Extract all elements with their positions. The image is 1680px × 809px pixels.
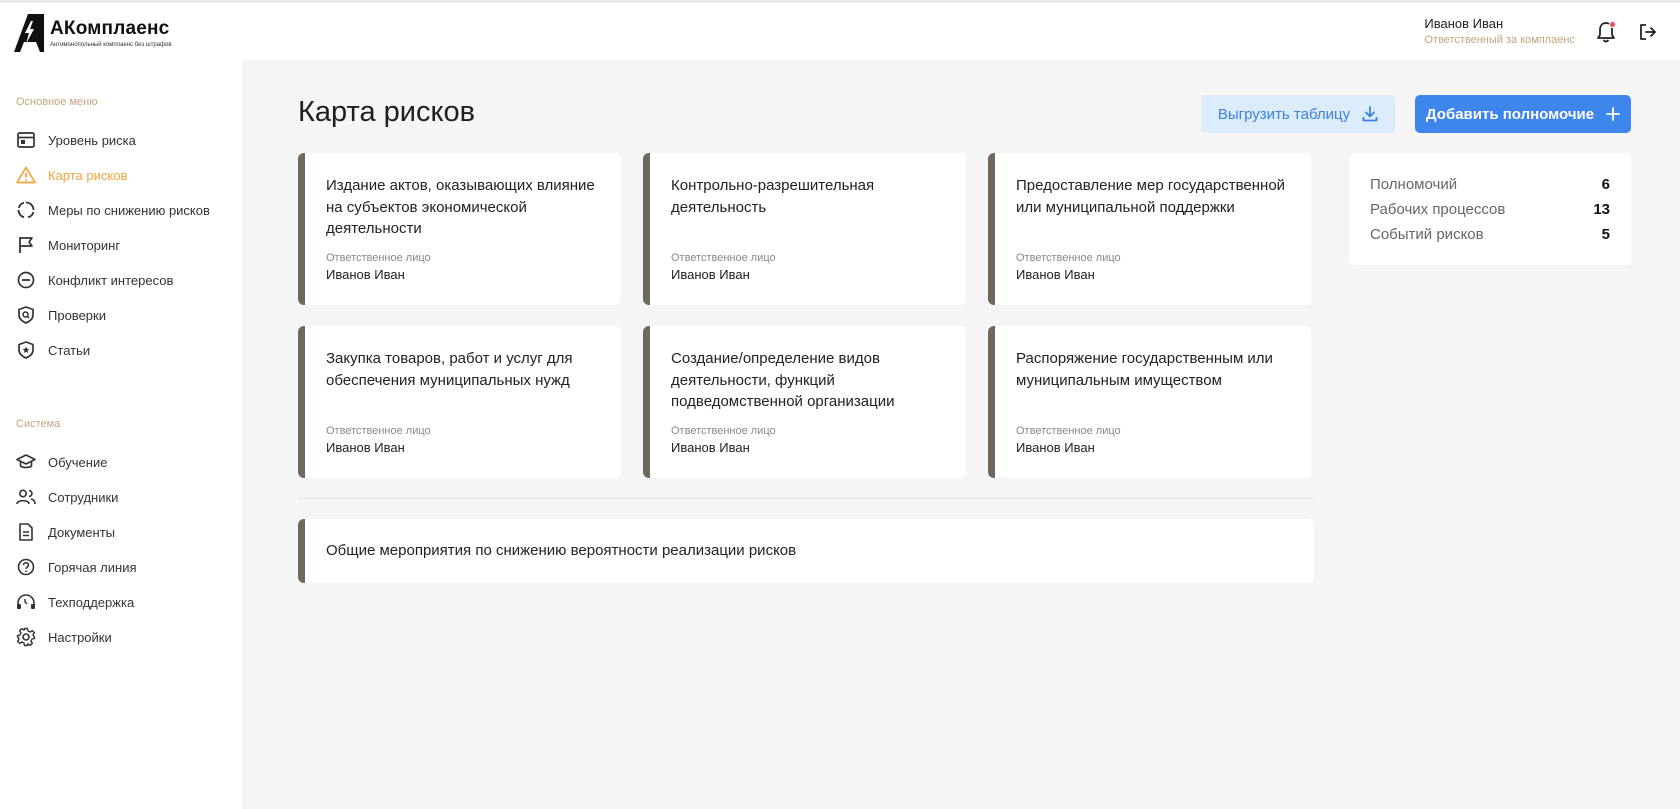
stat-value: 5: [1601, 226, 1610, 243]
dashboard-icon: [16, 130, 36, 150]
add-button-label: Добавить полномочие: [1425, 105, 1595, 123]
sidebar-item-risk-map[interactable]: Карта рисков: [16, 163, 127, 187]
stats-panel: Полномочий 6 Рабочих процессов 13 Событи…: [1349, 153, 1631, 265]
stat-value: 13: [1593, 201, 1610, 218]
stat-label: Рабочих процессов: [1370, 201, 1506, 218]
plus-icon: [1606, 107, 1620, 121]
sidebar-item-label: Техподдержка: [48, 594, 135, 610]
card-responsible-person: Иванов Иван: [671, 267, 750, 282]
question-icon: [16, 557, 36, 577]
sidebar-item-training[interactable]: Обучение: [16, 450, 107, 474]
graduation-cap-icon: [16, 452, 36, 472]
card-title: Закупка товаров, работ и услуг для обесп…: [326, 350, 573, 389]
card-responsible-label: Ответственное лицо: [671, 425, 776, 437]
authority-card[interactable]: Распоряжение государственным или муницип…: [988, 326, 1311, 478]
add-authority-button[interactable]: Добавить полномочие: [1415, 95, 1631, 133]
shield-star-icon: [16, 340, 36, 360]
shield-search-icon: [16, 305, 36, 325]
sidebar-item-label: Сотрудники: [48, 489, 119, 505]
general-measures-card[interactable]: Общие мероприятия по снижению вероятност…: [298, 519, 1314, 583]
stat-row-processes: Рабочих процессов 13: [1370, 201, 1610, 218]
document-icon: [16, 522, 36, 542]
app-name: АКомплаенс: [50, 18, 170, 39]
authority-card[interactable]: Издание актов, оказывающих влияние на су…: [298, 153, 621, 305]
warning-icon: [16, 165, 36, 185]
user-role: Ответственный за комплаенс: [1424, 34, 1575, 46]
card-responsible-label: Ответственное лицо: [326, 252, 431, 264]
sidebar-section-system: Система: [16, 418, 61, 430]
sidebar-item-label: Проверки: [48, 307, 106, 323]
gear-icon: [16, 627, 36, 647]
sidebar-section-main: Основное меню: [16, 96, 98, 108]
sidebar-item-label: Карта рисков: [48, 167, 128, 183]
card-responsible-label: Ответственное лицо: [671, 252, 776, 264]
logo-lightning-icon: [14, 14, 44, 52]
sidebar-item-monitoring[interactable]: Мониторинг: [16, 233, 120, 257]
card-responsible-label: Ответственное лицо: [326, 425, 431, 437]
stat-row-authorities: Полномочий 6: [1370, 176, 1610, 193]
flag-icon: [16, 235, 36, 255]
app-tagline: Антимонопольный комплаенс без штрафов: [50, 42, 172, 48]
sidebar-item-settings[interactable]: Настройки: [16, 625, 112, 649]
card-responsible-person: Иванов Иван: [326, 440, 405, 455]
app-logo[interactable]: АКомплаенс Антимонопольный комплаенс без…: [14, 14, 172, 52]
card-responsible-label: Ответственное лицо: [1016, 425, 1121, 437]
general-measures-title: Общие мероприятия по снижению вероятност…: [326, 542, 797, 559]
main-content: Карта рисков Выгрузить таблицу Добавить …: [242, 60, 1680, 809]
stat-label: Событий рисков: [1370, 226, 1484, 243]
sidebar-item-label: Горячая линия: [48, 559, 137, 575]
sidebar-item-support[interactable]: Техподдержка: [16, 590, 134, 614]
sidebar-item-label: Обучение: [48, 454, 108, 470]
authority-card[interactable]: Контрольно-разрешительная деятельность О…: [643, 153, 966, 305]
stat-value: 6: [1601, 176, 1610, 193]
sidebar-item-risk-measures[interactable]: Меры по снижению рисков: [16, 198, 210, 222]
minus-circle-icon: [16, 270, 36, 290]
page-title: Карта рисков: [298, 96, 476, 128]
export-button-label: Выгрузить таблицу: [1217, 105, 1351, 123]
sidebar-item-hotline[interactable]: Горячая линия: [16, 555, 137, 579]
sidebar-item-label: Мониторинг: [48, 237, 121, 253]
card-responsible-person: Иванов Иван: [1016, 267, 1095, 282]
notifications-button[interactable]: [1596, 21, 1616, 43]
user-name: Иванов Иван: [1424, 16, 1504, 31]
app-header: АКомплаенс Антимонопольный комплаенс без…: [0, 3, 1680, 60]
sidebar-item-inspections[interactable]: Проверки: [16, 303, 106, 327]
export-table-button[interactable]: Выгрузить таблицу: [1201, 95, 1395, 133]
cycle-icon: [16, 200, 36, 220]
sidebar-item-conflict[interactable]: Конфликт интересов: [16, 268, 173, 292]
users-icon: [16, 487, 36, 507]
sidebar: Основное меню Уровень риска Карта рисков…: [0, 60, 242, 809]
notification-badge: [1609, 21, 1616, 28]
sidebar-item-label: Меры по снижению рисков: [48, 202, 210, 218]
download-icon: [1362, 106, 1378, 122]
card-title: Распоряжение государственным или муницип…: [1016, 350, 1273, 389]
section-divider: [298, 498, 1314, 499]
card-title: Предоставление мер государственной или м…: [1016, 177, 1286, 216]
sidebar-item-label: Конфликт интересов: [48, 272, 174, 288]
headset-icon: [16, 592, 36, 612]
sidebar-item-employees[interactable]: Сотрудники: [16, 485, 118, 509]
sidebar-item-label: Настройки: [48, 629, 112, 645]
sidebar-item-label: Статьи: [48, 342, 91, 358]
sidebar-item-label: Уровень риска: [48, 132, 136, 148]
sidebar-item-documents[interactable]: Документы: [16, 520, 115, 544]
card-responsible-person: Иванов Иван: [1016, 440, 1095, 455]
card-responsible-person: Иванов Иван: [671, 440, 750, 455]
sidebar-item-articles[interactable]: Статьи: [16, 338, 90, 362]
card-responsible-label: Ответственное лицо: [1016, 252, 1121, 264]
authority-card[interactable]: Закупка товаров, работ и услуг для обесп…: [298, 326, 621, 478]
card-title: Издание актов, оказывающих влияние на су…: [326, 177, 595, 237]
authority-card[interactable]: Предоставление мер государственной или м…: [988, 153, 1311, 305]
user-info[interactable]: Иванов Иван Ответственный за комплаенс: [1424, 16, 1575, 46]
card-responsible-person: Иванов Иван: [326, 267, 405, 282]
card-title: Контрольно-разрешительная деятельность: [671, 177, 875, 216]
stat-row-risk-events: Событий рисков 5: [1370, 226, 1610, 243]
card-title: Создание/определение видов деятельности,…: [671, 350, 895, 410]
sidebar-item-risk-level[interactable]: Уровень риска: [16, 128, 136, 152]
logout-button[interactable]: [1638, 22, 1658, 42]
authority-card[interactable]: Создание/определение видов деятельности,…: [643, 326, 966, 478]
logout-icon: [1640, 24, 1656, 40]
stat-label: Полномочий: [1370, 176, 1458, 193]
sidebar-item-label: Документы: [48, 524, 116, 540]
